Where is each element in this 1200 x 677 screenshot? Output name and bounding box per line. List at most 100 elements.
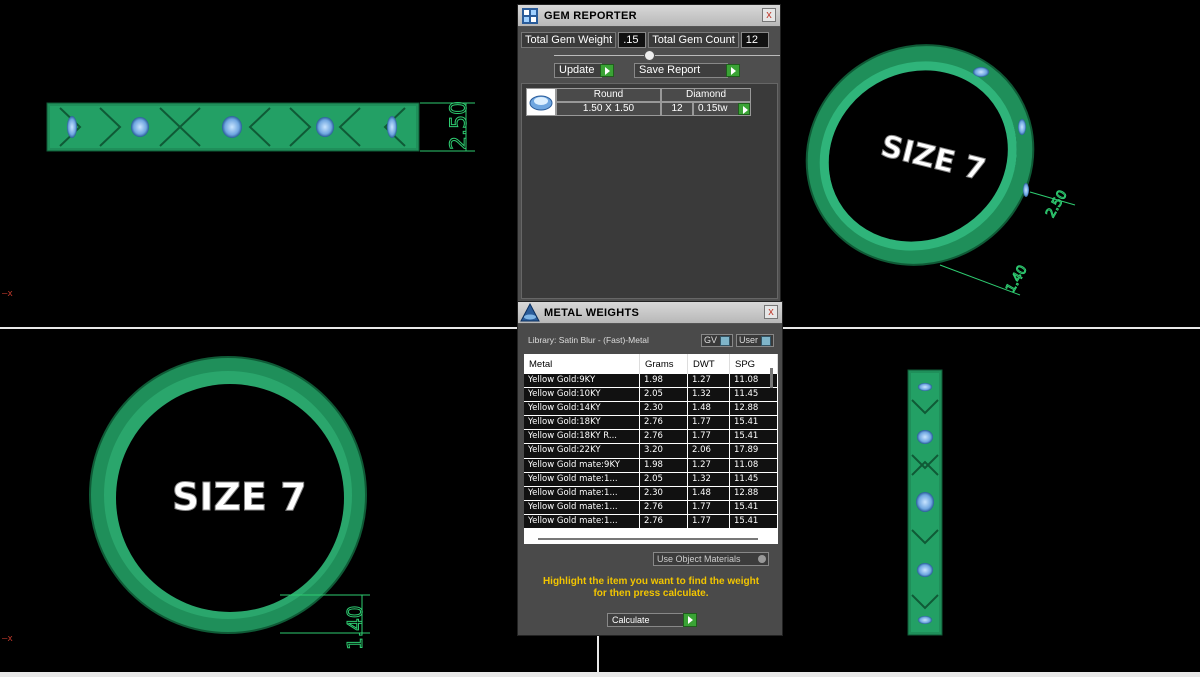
library-label: Library: Satin Blur - (Fast)-Metal [528,335,649,345]
metal-weights-rows: Yellow Gold:9KY 1.98 1.27 11.08 Yellow Gold:… [524,374,778,530]
table-row[interactable]: Yellow Gold mate:1... 2.30 1.48 12.88 [524,486,778,501]
table-row[interactable]: Yellow Gold mate:1... 2.05 1.32 11.45 [524,472,778,487]
table-cell: 15.41 [730,430,778,445]
viewport-bottom-left-front-view[interactable]: SIZE 7 1.40 [80,350,400,660]
gem-weight-cell: 0.15tw [693,102,751,116]
table-cell: 2.76 [640,430,688,445]
total-gem-weight-label: Total Gem Weight [521,32,617,48]
table-cell: Yellow Gold:14KY [524,402,640,417]
save-report-go-icon[interactable] [726,64,740,77]
table-cell: 1.77 [688,430,730,445]
update-button[interactable]: Update [554,63,602,78]
table-cell: 1.77 [688,416,730,431]
horizontal-scrollbar[interactable] [538,538,758,540]
gem-weight: 0.15tw [698,103,728,114]
viewport-bottom-right-side-view[interactable] [900,365,950,640]
gem-list: Round Diamond 1.50 X 1.50 12 0.15tw [521,83,778,299]
table-cell: Yellow Gold:22KY [524,444,640,459]
table-row[interactable]: Yellow Gold mate:9KY 1.98 1.27 11.08 [524,458,778,473]
table-cell: Yellow Gold mate:1... [524,514,640,530]
column-header[interactable]: Metal [524,354,640,374]
user-toggle[interactable]: User [736,334,775,347]
table-cell: 2.30 [640,402,688,417]
table-cell: 1.32 [688,388,730,403]
table-cell: 2.05 [640,472,688,487]
table-cell: Yellow Gold mate:1... [524,500,640,515]
gem-reporter-icon [520,6,540,26]
close-icon[interactable]: x [762,8,776,22]
calculate-go-icon[interactable] [683,613,697,627]
gem-select-go-icon[interactable] [738,103,750,115]
instruction-line-1: Highlight the item you want to find the … [542,576,760,587]
instruction-line-2: for then press calculate. [593,588,709,599]
calculate-button-label: Calculate [612,614,650,625]
gem-type: Diamond [661,88,751,102]
gem-count: 12 [661,102,693,116]
instruction-text: Highlight the item you want to find the … [526,576,776,600]
save-report-button[interactable]: Save Report [634,63,728,78]
update-button-label: Update [559,64,595,76]
table-cell: 2.06 [688,444,730,459]
table-row[interactable]: Yellow Gold mate:1... 2.76 1.77 15.41 [524,500,778,515]
gem-reporter-title-bar[interactable]: GEM REPORTER x [518,5,780,27]
viewport-top-right-perspective-view[interactable]: SIZE 7 2.50 1.40 [790,20,1090,320]
column-header[interactable]: Grams [640,354,688,374]
gv-toggle-indicator [720,335,731,346]
gem-icon [67,116,77,138]
table-row[interactable]: Yellow Gold:14KY 2.30 1.48 12.88 [524,402,778,417]
svg-text:1.40: 1.40 [343,605,367,650]
table-row[interactable]: Yellow Gold mate:1... 2.76 1.77 15.41 [524,514,778,530]
gem-shape: Round [556,88,661,102]
metal-weights-table: Metal Grams DWT SPG Yellow Gold:9KY 1.98 1… [524,354,778,544]
update-go-icon[interactable] [600,64,614,77]
calculate-button[interactable]: Calculate [607,613,685,627]
use-object-materials-toggle[interactable]: Use Object Materials [653,552,769,566]
table-cell: 17.89 [730,444,778,459]
table-cell: 2.05 [640,388,688,403]
svg-text:2.50: 2.50 [1043,188,1070,221]
table-cell: 1.48 [688,486,730,501]
user-toggle-indicator [761,335,772,346]
table-cell: 1.77 [688,514,730,530]
gv-toggle-label: GV [704,335,718,345]
save-report-button-label: Save Report [639,64,701,76]
table-cell: 2.30 [640,486,688,501]
metal-weights-title-bar[interactable]: METAL WEIGHTS x [518,302,782,324]
table-row[interactable]: Yellow Gold:22KY 3.20 2.06 17.89 [524,444,778,459]
use-object-materials-label: Use Object Materials [657,554,741,564]
table-row[interactable]: Yellow Gold:9KY 1.98 1.27 11.08 [524,374,778,389]
viewport-top-left-band-view[interactable]: 2.50 [0,0,510,320]
table-cell: Yellow Gold mate:1... [524,472,640,487]
table-row[interactable]: Yellow Gold:18KY R... 2.76 1.77 15.41 [524,430,778,445]
table-cell: 11.08 [730,458,778,473]
viewport-bottom-border [0,672,1200,677]
table-cell: 1.98 [640,374,688,389]
table-cell: Yellow Gold:10KY [524,388,640,403]
table-cell: 15.41 [730,514,778,530]
gv-toggle[interactable]: GV [701,334,734,347]
table-cell: 12.88 [730,402,778,417]
table-cell: 1.27 [688,458,730,473]
table-row[interactable]: Yellow Gold:10KY 2.05 1.32 11.45 [524,388,778,403]
close-icon[interactable]: x [764,305,778,319]
toggle-knob-icon [758,555,766,563]
table-cell: Yellow Gold mate:1... [524,486,640,501]
table-row[interactable]: Yellow Gold:18KY 2.76 1.77 15.41 [524,416,778,431]
table-header: Metal Grams DWT SPG [524,354,778,374]
vertical-scrollbar[interactable] [770,368,773,388]
table-cell: 12.88 [730,486,778,501]
gem-reporter-slider-handle[interactable] [644,50,655,61]
table-cell: 1.98 [640,458,688,473]
axis-indicator: —x [2,634,13,644]
dimension-label: 2.50 [447,101,472,150]
metal-weights-panel: METAL WEIGHTS x Library: Satin Blur - (F… [517,301,783,636]
table-cell: 1.27 [688,374,730,389]
table-cell: 2.76 [640,416,688,431]
metal-weights-icon [520,302,540,323]
gem-list-item[interactable]: Round Diamond 1.50 X 1.50 12 0.15tw [526,88,751,116]
gem-reporter-slider-track [554,55,780,56]
table-cell: 2.76 [640,514,688,530]
table-cell: 1.48 [688,402,730,417]
column-header[interactable]: DWT [688,354,730,374]
table-cell: Yellow Gold mate:9KY [524,458,640,473]
